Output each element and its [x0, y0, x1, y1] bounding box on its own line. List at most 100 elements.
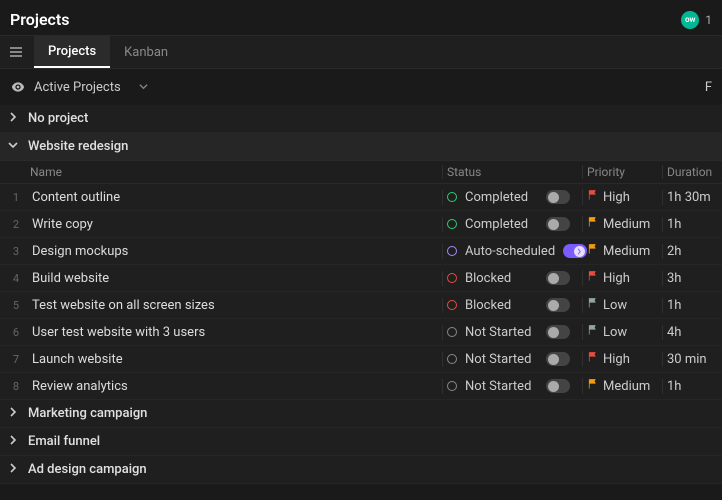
priority-label: High: [603, 352, 630, 367]
group-header[interactable]: Website redesign: [0, 133, 722, 160]
auto-schedule-toggle[interactable]: [546, 379, 570, 393]
auto-schedule-toggle[interactable]: [546, 217, 570, 231]
toggle-knob: [548, 273, 559, 284]
status-cell[interactable]: Completed: [442, 190, 582, 205]
toggle-knob: [548, 381, 559, 392]
tab-projects[interactable]: Projects: [34, 36, 110, 68]
task-row[interactable]: 3Design mockupsAuto-scheduledMedium2h: [0, 238, 722, 265]
status-label: Auto-scheduled: [465, 244, 555, 259]
auto-schedule-toggle[interactable]: [546, 271, 570, 285]
group-label: Marketing campaign: [28, 406, 147, 421]
filter-button[interactable]: F: [705, 80, 712, 95]
tab-kanban[interactable]: Kanban: [110, 36, 182, 68]
auto-schedule-toggle[interactable]: [546, 352, 570, 366]
status-cell[interactable]: Not Started: [442, 325, 582, 340]
priority-cell[interactable]: Low: [582, 324, 662, 340]
column-headers-row: NameStatusPriorityDuration: [0, 160, 722, 184]
task-row[interactable]: 7Launch websiteNot Started High 30 min: [0, 346, 722, 373]
priority-cell[interactable]: High: [582, 351, 662, 367]
group-header[interactable]: No project: [0, 105, 722, 133]
row-number: 8: [6, 380, 26, 393]
auto-schedule-toggle[interactable]: [546, 190, 570, 204]
duration-cell[interactable]: 1h: [662, 298, 722, 313]
group-header[interactable]: Email funnel: [0, 428, 722, 456]
duration-cell[interactable]: 1h: [662, 217, 722, 232]
col-status[interactable]: Status: [442, 165, 582, 179]
task-row[interactable]: 8Review analyticsNot Started Medium 1h: [0, 373, 722, 400]
status-circle-icon: [447, 354, 457, 364]
chevron-down-icon: [8, 140, 18, 153]
group-header[interactable]: Ad design campaign: [0, 456, 722, 484]
group-header[interactable]: Marketing campaign: [0, 400, 722, 428]
toggle-knob: [548, 219, 559, 230]
col-priority[interactable]: Priority: [582, 165, 662, 179]
task-row[interactable]: 6User test website with 3 users Not Start…: [0, 319, 722, 346]
view-selector[interactable]: Active Projects: [10, 75, 148, 99]
row-number: 6: [6, 326, 26, 339]
status-label: Completed: [465, 190, 528, 205]
flag-icon: [587, 189, 597, 205]
status-cell[interactable]: Auto-scheduled: [442, 244, 582, 259]
auto-schedule-toggle[interactable]: [546, 325, 570, 339]
priority-cell[interactable]: High: [582, 189, 662, 205]
status-circle-icon: [447, 381, 457, 391]
task-name[interactable]: Review analytics: [26, 379, 442, 394]
priority-label: High: [603, 190, 630, 205]
duration-cell[interactable]: 30 min: [662, 352, 722, 367]
flag-icon: [587, 216, 597, 232]
priority-label: High: [603, 271, 630, 286]
auto-schedule-toggle[interactable]: [546, 298, 570, 312]
task-name[interactable]: Write copy: [26, 217, 442, 232]
flag-icon: [587, 297, 597, 313]
priority-label: Medium: [603, 379, 650, 394]
duration-cell[interactable]: 2h: [662, 244, 722, 259]
col-duration[interactable]: Duration: [662, 165, 722, 179]
priority-cell[interactable]: Low: [582, 297, 662, 313]
flag-icon: [587, 378, 597, 394]
page-title: Projects: [10, 10, 70, 29]
duration-cell[interactable]: 4h: [662, 325, 722, 340]
priority-cell[interactable]: Medium: [582, 378, 662, 394]
toggle-knob: [548, 354, 559, 365]
hamburger-menu-button[interactable]: [4, 40, 28, 64]
flag-icon: [587, 324, 597, 340]
task-row[interactable]: 1Content outlineCompletedHigh1h 30m: [0, 184, 722, 211]
task-name[interactable]: Test website on all screen sizes: [26, 298, 442, 313]
status-cell[interactable]: Not Started: [442, 352, 582, 367]
task-row[interactable]: 2Write copyCompletedMedium1h: [0, 211, 722, 238]
task-name[interactable]: Build website: [26, 271, 442, 286]
duration-cell[interactable]: 1h 30m: [662, 190, 722, 205]
view-name: Active Projects: [34, 80, 121, 95]
avatar[interactable]: ow: [681, 11, 699, 29]
status-circle-icon: [447, 300, 457, 310]
task-name[interactable]: Design mockups: [26, 244, 442, 259]
status-circle-icon: [447, 192, 457, 202]
duration-cell[interactable]: 3h: [662, 271, 722, 286]
group-label: Website redesign: [28, 139, 128, 154]
priority-cell[interactable]: Medium: [582, 216, 662, 232]
col-name[interactable]: Name: [26, 165, 442, 179]
priority-cell[interactable]: Medium: [582, 243, 662, 259]
chevron-right-icon: [8, 435, 18, 448]
priority-label: Medium: [603, 217, 650, 232]
status-cell[interactable]: Blocked: [442, 298, 582, 313]
priority-cell[interactable]: High: [582, 270, 662, 286]
status-cell[interactable]: Completed: [442, 217, 582, 232]
task-name[interactable]: Content outline: [26, 190, 442, 205]
task-row[interactable]: 5Test website on all screen sizesBlocked…: [0, 292, 722, 319]
priority-label: Low: [603, 298, 627, 313]
task-name[interactable]: User test website with 3 users: [26, 325, 442, 340]
toggle-knob: [548, 300, 559, 311]
chevron-right-icon: [8, 407, 18, 420]
toggle-knob: [548, 327, 559, 338]
status-cell[interactable]: Blocked: [442, 271, 582, 286]
duration-cell[interactable]: 1h: [662, 379, 722, 394]
auto-schedule-toggle[interactable]: [563, 244, 587, 258]
task-row[interactable]: 4Build websiteBlockedHigh3h: [0, 265, 722, 292]
task-name[interactable]: Launch website: [26, 352, 442, 367]
status-cell[interactable]: Not Started: [442, 379, 582, 394]
chevron-right-icon: [8, 112, 18, 125]
row-number: 7: [6, 353, 26, 366]
status-label: Not Started: [465, 325, 531, 340]
chevron-right-icon: [8, 463, 18, 476]
